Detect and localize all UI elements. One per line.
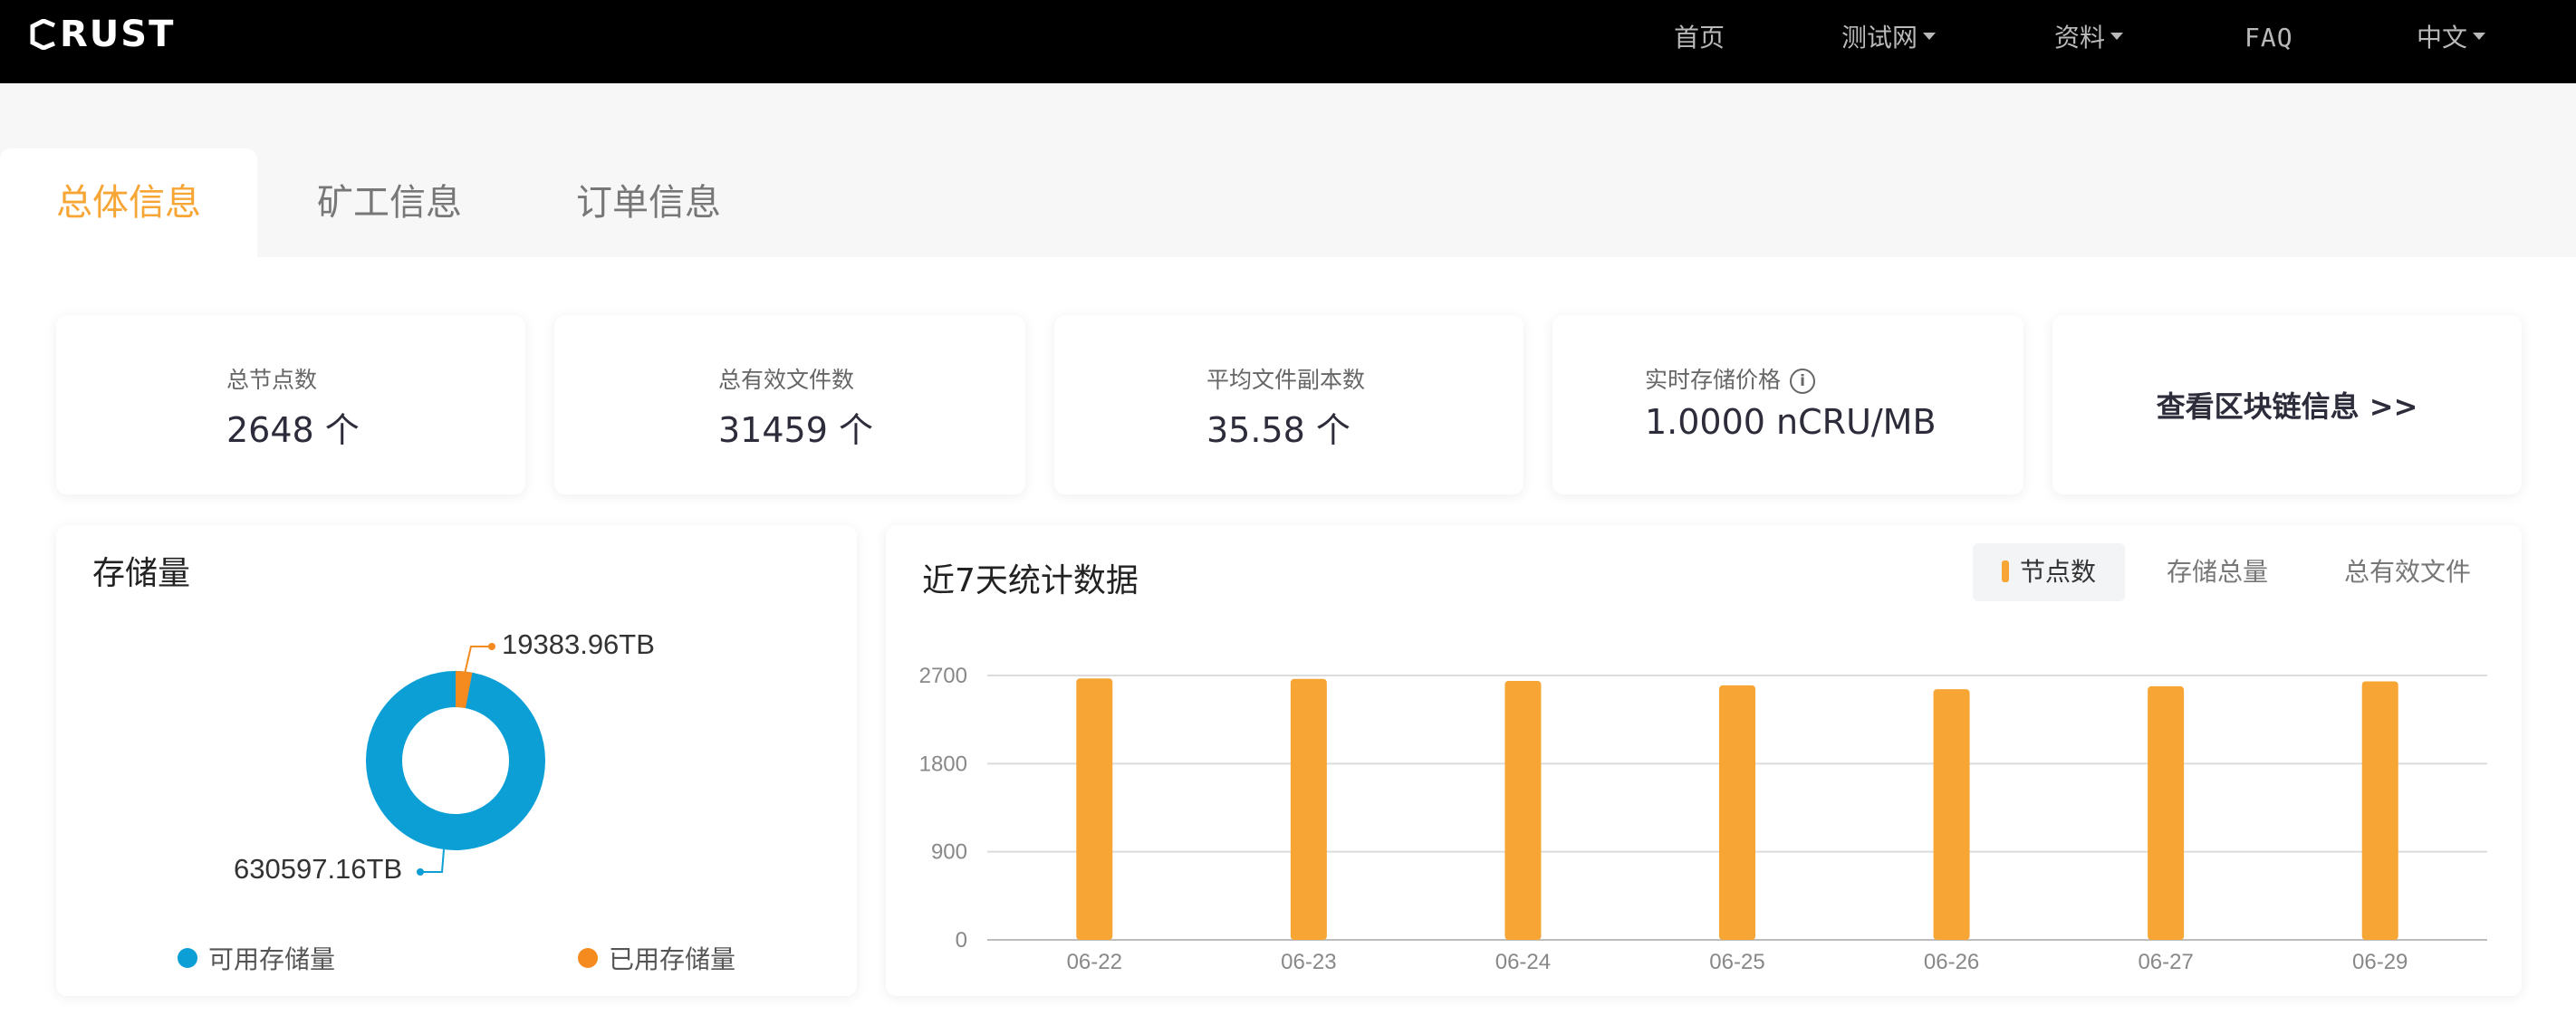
x-tick-label: 06-25: [1709, 950, 1764, 974]
leader-line-used: [464, 646, 492, 675]
leader-dot-available: [417, 868, 424, 876]
tab-order-info[interactable]: 订单信息: [558, 148, 739, 257]
stat-value: 1.0000 nCRU/MB: [1645, 402, 1937, 442]
top-navbar: RUST 首页 测试网 资料 FAQ 中文: [0, 0, 2576, 83]
nav-faq[interactable]: FAQ: [2244, 18, 2293, 58]
legend-dot: [178, 948, 197, 968]
bar[interactable]: [1290, 678, 1327, 940]
leader-line-available: [420, 848, 445, 873]
stat-value: 31459 个: [718, 410, 873, 450]
pie-label-available: 630597.16TB: [234, 853, 403, 885]
stat-card-files: 总有效文件数 31459 个: [554, 315, 1025, 494]
stat-label: 总节点数: [226, 367, 318, 393]
nav-resources[interactable]: 资料: [2054, 18, 2124, 58]
stat-card-price: 实时存储价格 i 1.0000 nCRU/MB: [1552, 315, 2023, 494]
pie-label-used: 19383.96TB: [502, 628, 655, 660]
bar[interactable]: [2148, 685, 2185, 940]
y-tick-label: 2700: [919, 664, 967, 688]
nav-testnet[interactable]: 测试网: [1841, 18, 1937, 58]
nav-home[interactable]: 首页: [1674, 18, 1725, 58]
nav-language[interactable]: 中文: [2417, 18, 2486, 58]
chevron-down-icon: [1923, 33, 1937, 40]
y-tick-label: 900: [931, 840, 967, 865]
crust-logo[interactable]: RUST: [29, 13, 175, 56]
bar[interactable]: [1076, 678, 1113, 940]
stat-label: 实时存储价格 i: [1645, 362, 1816, 395]
leader-dot-used: [488, 643, 495, 650]
y-tick-label: 1800: [919, 752, 967, 776]
tab-indicator: [2002, 560, 2009, 582]
bar[interactable]: [1719, 685, 1755, 940]
legend-dot: [578, 948, 598, 968]
x-tick-label: 06-27: [2138, 950, 2193, 974]
logo-text: RUST: [60, 14, 176, 55]
stat-card-nodes: 总节点数 2648 个: [56, 315, 525, 494]
tab-miner-info[interactable]: 矿工信息: [299, 148, 480, 257]
bar[interactable]: [1933, 689, 1970, 940]
stat-value: 2648 个: [226, 410, 360, 450]
crust-logo-mark-icon: [30, 19, 55, 50]
chart-tab-nodes[interactable]: 节点数: [1973, 543, 2126, 601]
legend-available[interactable]: 可用存储量: [178, 940, 335, 976]
stats-chart-panel: 近7天统计数据 0 900 1800 2700 06-22 06-23 06-24 06-25…: [886, 525, 2522, 996]
tab-overview[interactable]: 总体信息: [0, 148, 257, 257]
stat-label: 平均文件副本数: [1206, 367, 1366, 393]
stat-label: 总有效文件数: [718, 367, 855, 393]
tab-bar: 总体信息 矿工信息 订单信息: [0, 83, 2576, 257]
bar[interactable]: [1504, 680, 1542, 940]
chart-tab-storage[interactable]: 存储总量: [2167, 543, 2268, 601]
y-tick-label: 0: [956, 928, 967, 953]
storage-donut-chart: [366, 643, 545, 876]
stat-card-replicas: 平均文件副本数 35.58 个: [1054, 315, 1523, 494]
x-tick-label: 06-29: [2352, 950, 2408, 974]
blockchain-info-card[interactable]: 查看区块链信息 >>: [2052, 315, 2522, 494]
x-tick-label: 06-23: [1281, 950, 1336, 974]
chevron-down-icon: [2110, 33, 2124, 40]
storage-panel: 存储量 19383.96TB 630597.16TB 可用存储量 已用存储量: [56, 525, 857, 996]
info-icon[interactable]: i: [1790, 369, 1816, 394]
legend-used[interactable]: 已用存储量: [578, 940, 735, 976]
donut-slice-available[interactable]: [366, 671, 545, 850]
x-tick-label: 06-26: [1924, 950, 1979, 974]
chevron-down-icon: [2473, 33, 2486, 40]
chart-tab-files[interactable]: 总有效文件: [2344, 543, 2471, 601]
x-tick-label: 06-22: [1067, 950, 1122, 974]
x-tick-label: 06-24: [1495, 950, 1551, 974]
node-count-bar-chart: 0 900 1800 2700 06-22 06-23 06-24 06-25 06-26 06-…: [919, 664, 2487, 974]
stat-value: 35.58 个: [1206, 410, 1350, 450]
bar[interactable]: [2361, 681, 2398, 940]
blockchain-info-link[interactable]: 查看区块链信息 >>: [2052, 315, 2522, 494]
